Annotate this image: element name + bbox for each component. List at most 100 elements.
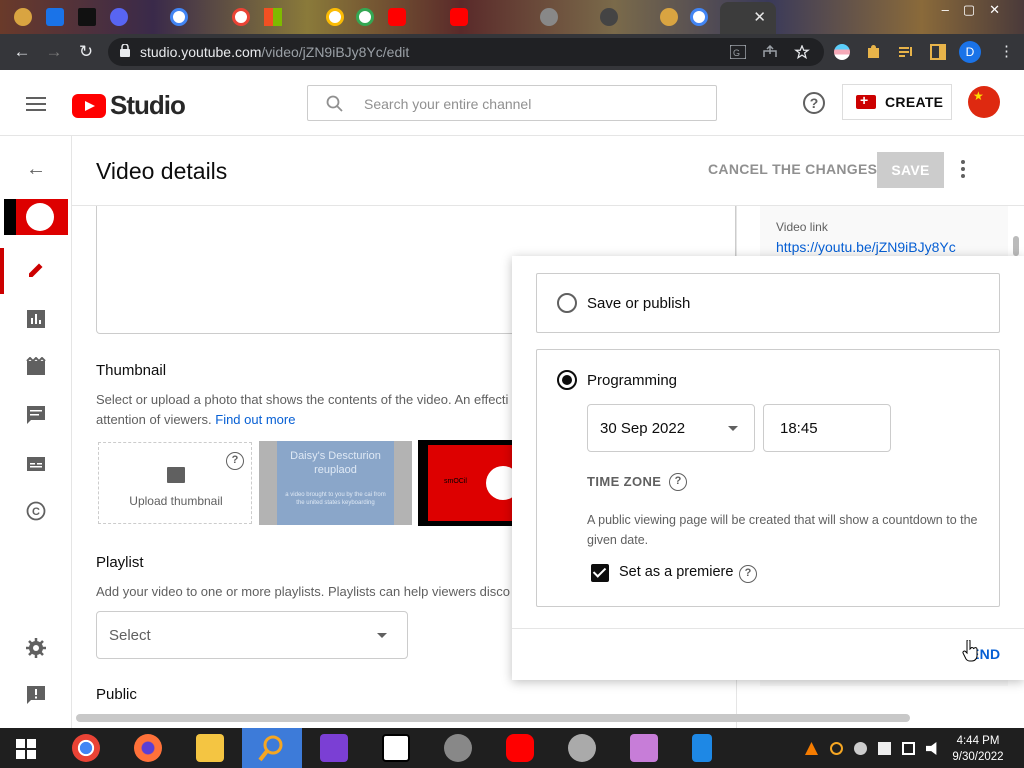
back-arrow-icon[interactable]: ← bbox=[26, 158, 46, 181]
help-icon[interactable]: ? bbox=[739, 565, 757, 583]
youtube-tab-icon[interactable] bbox=[450, 8, 468, 26]
tab-favicon[interactable] bbox=[540, 8, 558, 26]
flag-tray-icon[interactable] bbox=[878, 742, 891, 755]
hand-cursor-icon bbox=[962, 640, 978, 662]
youtube-taskbar-icon[interactable] bbox=[506, 734, 534, 762]
address-bar[interactable]: studio.youtube.com/video/jZN9iBJy8Yc/edi… bbox=[108, 38, 824, 66]
extension-icon[interactable] bbox=[834, 44, 850, 60]
programming-radio[interactable] bbox=[557, 370, 577, 390]
thumbnail-option[interactable]: Daisy's Descturion reuplaod a video brou… bbox=[259, 441, 412, 525]
back-icon[interactable]: ← bbox=[12, 42, 32, 62]
paint-taskbar-icon[interactable] bbox=[630, 734, 658, 762]
active-tab[interactable]: ✕ bbox=[720, 2, 776, 34]
reload-icon[interactable]: ↻ bbox=[76, 42, 96, 62]
thumbnail-option-subtext: a video brought to you by the cai from t… bbox=[285, 492, 386, 506]
firefox-taskbar-icon[interactable] bbox=[134, 734, 162, 762]
studio-logo[interactable]: Studio bbox=[72, 90, 186, 121]
tab-favicon[interactable] bbox=[78, 8, 96, 26]
more-vert-icon[interactable] bbox=[961, 160, 965, 181]
left-rail: ← C bbox=[0, 136, 72, 728]
puzzle-extension-icon[interactable] bbox=[866, 44, 882, 60]
feedback-icon[interactable] bbox=[26, 685, 46, 705]
programming-label: Programming bbox=[587, 372, 678, 389]
playlist-select[interactable]: Select bbox=[96, 611, 408, 659]
date-value: 30 Sep 2022 bbox=[600, 420, 686, 437]
subtitles-icon[interactable] bbox=[26, 454, 46, 474]
vlc-tray-icon[interactable] bbox=[805, 742, 818, 755]
video-link-label: Video link bbox=[776, 220, 828, 234]
google-tab-icon[interactable] bbox=[326, 8, 344, 26]
system-clock[interactable]: 4:44 PM 9/30/2022 bbox=[946, 733, 1010, 765]
search-input[interactable]: Search your entire channel bbox=[307, 85, 717, 121]
file-explorer-taskbar-icon[interactable] bbox=[196, 734, 224, 762]
find-out-more-link[interactable]: Find out more bbox=[215, 412, 295, 427]
media-taskbar-icon[interactable] bbox=[568, 734, 596, 762]
copyright-icon[interactable]: C bbox=[26, 501, 46, 521]
menu-icon[interactable] bbox=[26, 97, 46, 111]
7zip-taskbar-icon[interactable] bbox=[382, 734, 410, 762]
playlist-select-value: Select bbox=[109, 627, 151, 644]
microsoft-tab-icon[interactable] bbox=[264, 8, 282, 26]
video-thumbnail-small[interactable] bbox=[4, 199, 68, 235]
tab-favicon[interactable] bbox=[14, 8, 32, 26]
video-link-url[interactable]: https://youtu.be/jZN9iBJy8Yc bbox=[776, 239, 956, 255]
time-input[interactable]: 18:45 bbox=[763, 404, 891, 452]
media-queue-icon[interactable] bbox=[898, 44, 914, 60]
settings-icon[interactable] bbox=[26, 638, 46, 658]
comments-icon[interactable] bbox=[26, 405, 46, 425]
chrome-taskbar-icon[interactable] bbox=[72, 734, 100, 762]
forward-icon[interactable]: → bbox=[44, 42, 64, 62]
discord-tab-icon[interactable] bbox=[110, 8, 128, 26]
window-controls[interactable]: –▢✕ bbox=[942, 2, 1014, 18]
network-tray-icon[interactable] bbox=[902, 742, 915, 755]
side-panel-icon[interactable] bbox=[930, 44, 946, 60]
tray-icon[interactable] bbox=[854, 742, 867, 755]
tab-favicon[interactable] bbox=[600, 8, 618, 26]
editor-icon[interactable] bbox=[26, 357, 46, 377]
bookmark-star-icon[interactable] bbox=[794, 45, 810, 59]
search-taskbar-icon[interactable] bbox=[258, 734, 286, 762]
google-tab-icon[interactable] bbox=[170, 8, 188, 26]
pencil-icon[interactable] bbox=[26, 260, 46, 280]
browser-profile-avatar[interactable]: D bbox=[959, 41, 981, 63]
share-icon[interactable] bbox=[762, 45, 778, 59]
google-tab-icon[interactable] bbox=[690, 8, 708, 26]
browser-menu-icon[interactable]: ⋮ bbox=[999, 42, 1014, 60]
browser-toolbar: ← → ↻ studio.youtube.com/video/jZN9iBJy8… bbox=[0, 34, 1024, 70]
programming-option[interactable]: Programming 30 Sep 2022 18:45 TIME ZONE … bbox=[536, 349, 1000, 607]
search-tray-icon[interactable] bbox=[830, 742, 843, 755]
browser-tab-strip: ✕ –▢✕ bbox=[0, 0, 1024, 34]
thumbnail-description: Select or upload a photo that shows the … bbox=[96, 392, 509, 427]
create-button[interactable]: CREATE bbox=[842, 84, 952, 120]
premiere-checkbox[interactable] bbox=[591, 564, 609, 582]
yahoo-taskbar-icon[interactable] bbox=[320, 734, 348, 762]
date-select[interactable]: 30 Sep 2022 bbox=[587, 404, 755, 452]
help-icon[interactable]: ? bbox=[803, 92, 825, 114]
tab-favicon[interactable] bbox=[46, 8, 64, 26]
save-publish-radio[interactable] bbox=[557, 293, 577, 313]
thumbnail-option-selected[interactable]: smOCil bbox=[418, 440, 512, 526]
translate-icon[interactable]: G bbox=[730, 45, 746, 59]
time-value: 18:45 bbox=[780, 420, 818, 437]
volume-icon[interactable] bbox=[926, 742, 937, 755]
scrollbar-thumb[interactable] bbox=[1013, 236, 1019, 256]
horizontal-scrollbar[interactable] bbox=[76, 714, 910, 722]
windows-start-icon[interactable] bbox=[16, 739, 36, 759]
youtube-tab-icon[interactable] bbox=[388, 8, 406, 26]
google-tab-icon[interactable] bbox=[232, 8, 250, 26]
cancel-changes-button[interactable]: CANCEL THE CHANGES bbox=[708, 161, 877, 177]
page-title: Video details bbox=[96, 158, 228, 184]
save-button[interactable]: SAVE bbox=[877, 152, 944, 188]
close-tab-icon[interactable]: ✕ bbox=[753, 8, 766, 26]
google-tab-icon[interactable] bbox=[356, 8, 374, 26]
save-publish-option[interactable]: Save or publish bbox=[536, 273, 1000, 333]
tab-favicon[interactable] bbox=[660, 8, 678, 26]
help-icon[interactable]: ? bbox=[226, 452, 244, 470]
analytics-icon[interactable] bbox=[26, 309, 46, 329]
phone-taskbar-icon[interactable] bbox=[692, 734, 712, 762]
dropdown-caret-icon bbox=[728, 426, 738, 431]
url-text: studio.youtube.com/video/jZN9iBJy8Yc/edi… bbox=[140, 44, 410, 60]
help-icon[interactable]: ? bbox=[669, 473, 687, 491]
channel-avatar[interactable]: ★ bbox=[968, 86, 1000, 118]
settings-taskbar-icon[interactable] bbox=[444, 734, 472, 762]
